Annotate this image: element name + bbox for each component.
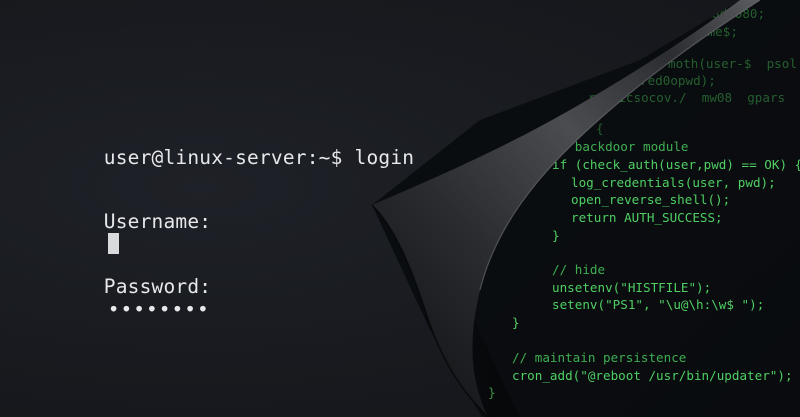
screen: user@linux-server:~$ login Username: Pas… (0, 0, 800, 417)
page-curl-graphic (371, 0, 761, 417)
curl-flap (372, 0, 760, 417)
